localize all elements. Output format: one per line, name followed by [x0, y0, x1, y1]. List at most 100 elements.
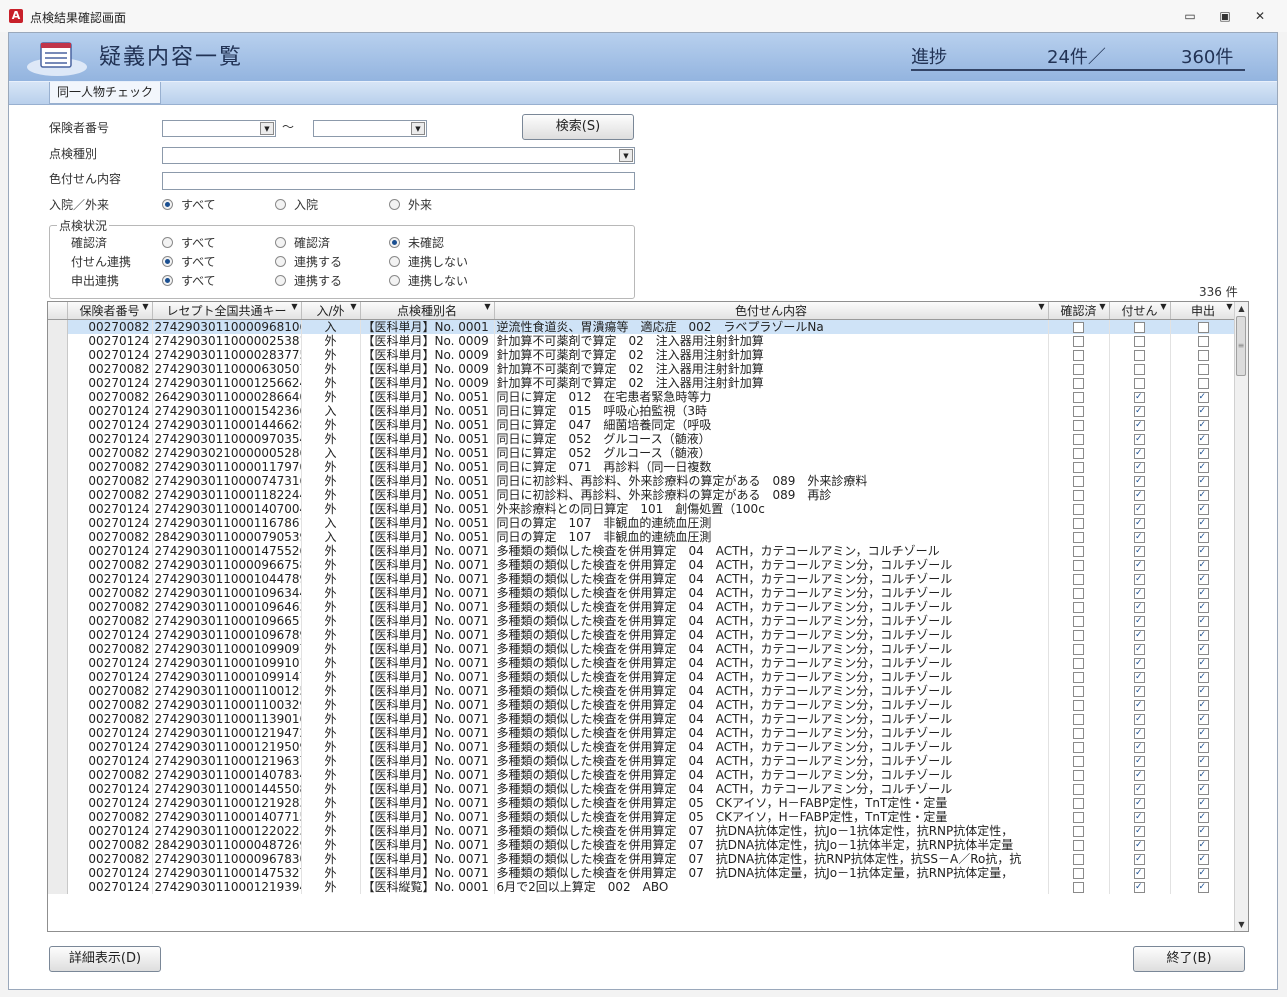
confirmed-checkbox[interactable]: [1073, 476, 1084, 487]
same-person-check-button[interactable]: 同一人物チェック: [49, 82, 162, 104]
row-selector[interactable]: [48, 600, 68, 614]
confirmed-checkbox[interactable]: [1073, 630, 1084, 641]
report-checkbox[interactable]: [1197, 378, 1209, 389]
row-selector[interactable]: [48, 460, 68, 474]
confirmed-checkbox[interactable]: [1073, 658, 1084, 669]
report-checkbox[interactable]: [1197, 726, 1209, 740]
row-selector[interactable]: [48, 838, 68, 852]
confirmed-checkbox[interactable]: [1073, 616, 1084, 627]
report-checkbox[interactable]: [1197, 418, 1209, 432]
sticky-link-no-radio[interactable]: [389, 256, 400, 267]
chevron-down-icon[interactable]: ▼: [411, 122, 425, 135]
confirmed-checkbox[interactable]: [1073, 532, 1084, 543]
sticky-checkbox[interactable]: [1134, 838, 1145, 852]
report-checkbox[interactable]: [1197, 586, 1209, 600]
table-row[interactable]: 00270082 27429030110001139016 外【医科単月】No. 0…: [48, 712, 1237, 726]
report-checkbox[interactable]: [1197, 810, 1209, 824]
table-row[interactable]: 00270082 27429030110001182244 外【医科単月】No. 0…: [48, 488, 1237, 502]
report-checkbox[interactable]: [1197, 364, 1209, 375]
sticky-checkbox[interactable]: [1134, 432, 1145, 446]
sticky-checkbox[interactable]: [1134, 852, 1145, 866]
col-header-sticky-content[interactable]: 色付せん内容 ▼: [494, 302, 1049, 320]
table-row[interactable]: 00270124 27429030110001096789 外【医科単月】No. 0…: [48, 628, 1237, 642]
chevron-down-icon[interactable]: ▼: [291, 302, 297, 311]
report-checkbox[interactable]: [1197, 502, 1209, 516]
vertical-scrollbar[interactable]: ▲ ≡ ▼: [1234, 302, 1248, 931]
confirmed-checkbox[interactable]: [1073, 644, 1084, 655]
table-row[interactable]: 00270082 27429030110001100329 外【医科単月】No. 0…: [48, 698, 1237, 712]
confirmed-checkbox[interactable]: [1073, 854, 1084, 865]
report-checkbox[interactable]: [1197, 460, 1209, 474]
confirmed-checkbox[interactable]: [1073, 798, 1084, 809]
row-selector[interactable]: [48, 726, 68, 740]
row-selector[interactable]: [48, 782, 68, 796]
chevron-down-icon[interactable]: ▼: [1099, 302, 1105, 311]
chevron-down-icon[interactable]: ▼: [142, 302, 148, 311]
confirmed-checkbox[interactable]: [1073, 560, 1084, 571]
chevron-down-icon[interactable]: ▼: [350, 302, 356, 311]
table-row[interactable]: 00270124 27429030110001220223 外【医科単月】No. 0…: [48, 824, 1237, 838]
scroll-up-icon[interactable]: ▲: [1235, 302, 1248, 315]
report-checkbox[interactable]: [1197, 698, 1209, 712]
confirmed-checkbox[interactable]: [1073, 588, 1084, 599]
confirmed-checkbox[interactable]: [1073, 336, 1084, 347]
confirmed-checkbox[interactable]: [1073, 350, 1084, 361]
chevron-down-icon[interactable]: ▼: [484, 302, 490, 311]
report-checkbox[interactable]: [1197, 530, 1209, 544]
report-checkbox[interactable]: [1197, 796, 1209, 810]
row-selector[interactable]: [48, 796, 68, 810]
report-checkbox[interactable]: [1197, 322, 1209, 333]
confirmed-checkbox[interactable]: [1073, 812, 1084, 823]
row-selector[interactable]: [48, 684, 68, 698]
table-row[interactable]: 00270082 26429030110000286640 外【医科単月】No. 0…: [48, 390, 1237, 404]
confirmed-checkbox[interactable]: [1073, 392, 1084, 403]
chevron-down-icon[interactable]: ▼: [619, 149, 633, 162]
report-checkbox[interactable]: [1197, 432, 1209, 446]
scroll-down-icon[interactable]: ▼: [1235, 918, 1248, 931]
report-checkbox[interactable]: [1197, 446, 1209, 460]
report-link-no-radio[interactable]: [389, 275, 400, 286]
row-selector[interactable]: [48, 824, 68, 838]
confirmed-checkbox[interactable]: [1073, 490, 1084, 501]
sticky-checkbox[interactable]: [1134, 418, 1145, 432]
row-selector[interactable]: [48, 432, 68, 446]
confirmed-checkbox[interactable]: [1073, 770, 1084, 781]
row-selector[interactable]: [48, 418, 68, 432]
confirmed-checkbox[interactable]: [1073, 462, 1084, 473]
restore-icon[interactable]: ▣: [1216, 8, 1234, 24]
table-row[interactable]: 00270082 27429030110001407834 外【医科単月】No. 0…: [48, 768, 1237, 782]
report-checkbox[interactable]: [1197, 754, 1209, 768]
confirmed-checkbox[interactable]: [1073, 364, 1084, 375]
report-checkbox[interactable]: [1197, 838, 1209, 852]
sticky-checkbox[interactable]: [1134, 516, 1145, 530]
table-row[interactable]: 00270124 27429030110001542366 入【医科単月】No. 0…: [48, 404, 1237, 418]
table-row[interactable]: 00270082 27429030210000005286 入【医科単月】No. 0…: [48, 446, 1237, 460]
table-row[interactable]: 00270082 27429030110001099097 外【医科単月】No. 0…: [48, 642, 1237, 656]
confirmed-all-radio[interactable]: [162, 237, 173, 248]
sticky-checkbox[interactable]: [1134, 364, 1145, 375]
confirmed-checkbox[interactable]: [1073, 574, 1084, 585]
row-selector[interactable]: [48, 698, 68, 712]
row-selector[interactable]: [48, 334, 68, 348]
row-selector[interactable]: [48, 614, 68, 628]
sticky-checkbox[interactable]: [1134, 446, 1145, 460]
confirmed-checkbox[interactable]: [1073, 672, 1084, 683]
confirmed-checkbox[interactable]: [1073, 882, 1084, 893]
inout-all-radio[interactable]: [162, 199, 173, 210]
confirmed-undone-radio[interactable]: [389, 237, 400, 248]
report-checkbox[interactable]: [1197, 488, 1209, 502]
report-checkbox[interactable]: [1197, 516, 1209, 530]
row-selector[interactable]: [48, 516, 68, 530]
exit-button[interactable]: 終了(B): [1133, 946, 1245, 972]
confirmed-checkbox[interactable]: [1073, 742, 1084, 753]
confirmed-checkbox[interactable]: [1073, 784, 1084, 795]
report-checkbox[interactable]: [1197, 782, 1209, 796]
row-selector[interactable]: [48, 670, 68, 684]
insurer-from-combo[interactable]: ▼: [162, 120, 276, 137]
report-checkbox[interactable]: [1197, 558, 1209, 572]
sticky-checkbox[interactable]: [1134, 726, 1145, 740]
table-row[interactable]: 00270124 27429030110001219472 外【医科単月】No. 0…: [48, 726, 1237, 740]
sticky-checkbox[interactable]: [1134, 768, 1145, 782]
insurer-to-combo[interactable]: ▼: [313, 120, 427, 137]
row-selector[interactable]: [48, 642, 68, 656]
